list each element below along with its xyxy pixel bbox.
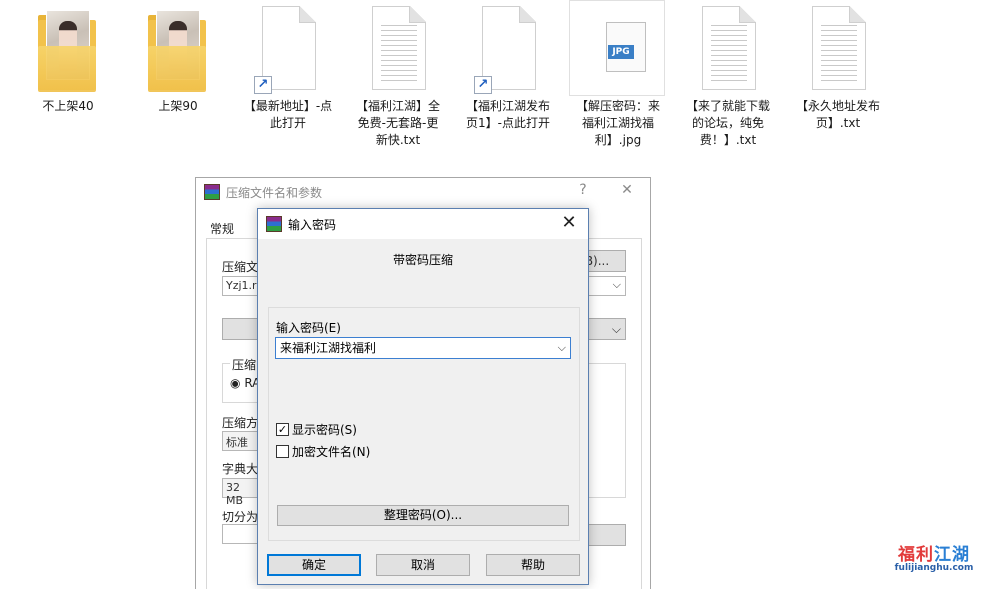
archive-name-label: 压缩文 — [222, 260, 259, 274]
show-password-checkbox[interactable]: ✓ 显示密码(S) — [276, 421, 357, 438]
desktop-icon-label: 【最新地址】-点此打开 — [243, 99, 333, 130]
password-value: 来福利江湖找福利 — [280, 341, 377, 355]
desktop-icon-label: 【福利江湖发布页1】-点此打开 — [465, 99, 550, 130]
shortcut-file-icon: ↗ — [250, 6, 326, 94]
format-group-label: 压缩 — [230, 356, 259, 373]
split-label: 切分为 — [222, 510, 259, 524]
checkbox-unchecked-icon — [276, 445, 289, 458]
chevron-down-icon: ⌵ — [611, 322, 621, 336]
jpg-badge: JPG — [608, 45, 634, 59]
shortcut-arrow-icon: ↗ — [474, 76, 492, 94]
winrar-icon — [204, 184, 220, 200]
desktop-icon-label: 【来了就能下载的论坛，纯免费！】.txt — [685, 99, 770, 147]
options-group — [584, 363, 626, 498]
encrypt-filenames-checkbox[interactable]: 加密文件名(N) — [276, 443, 370, 460]
desktop-textfile-3[interactable]: 【永久地址发布页】.txt — [786, 0, 890, 132]
checkbox-checked-icon: ✓ — [276, 423, 289, 436]
desktop-textfile-2[interactable]: 【来了就能下载的论坛，纯免费！】.txt — [676, 0, 780, 149]
desktop-icon-label: 【永久地址发布页】.txt — [795, 99, 880, 130]
shortcut-file-icon: ↗ — [470, 6, 546, 94]
dialog-title: 输入密码 — [288, 217, 337, 232]
desktop-folder-2[interactable]: 上架90 — [126, 0, 230, 115]
desktop-icon-label: 上架90 — [158, 99, 198, 113]
help-button[interactable]: 帮助 — [486, 554, 580, 576]
dialog-heading: 带密码压缩 — [392, 253, 453, 267]
desktop-icon-label: 【解压密码：来福利江湖找福利】.jpg — [575, 99, 660, 147]
split-field[interactable] — [222, 524, 262, 544]
password-dialog: 输入密码 ✕ 带密码压缩 输入密码(E) 来福利江湖找福利 ⌵ ✓ 显示密码(S… — [257, 208, 589, 585]
dict-select[interactable]: 32 MB — [222, 478, 262, 507]
radio-selected-icon: ◉ — [230, 376, 241, 390]
desktop-icon-label: 【福利江湖】全免费-无套路-更新快.txt — [355, 99, 440, 147]
save-defaults-button[interactable] — [588, 524, 626, 546]
winrar-icon — [266, 216, 282, 232]
format-radio-rar[interactable]: ◉ RA — [230, 376, 260, 390]
chevron-down-icon[interactable]: ⌵ — [558, 340, 566, 356]
site-watermark: 福利江湖 fulijianghu.com — [884, 540, 984, 580]
dialog-titlebar: 输入密码 — [258, 209, 588, 239]
password-label: 输入密码(E) — [276, 321, 341, 335]
desktop-jpgfile[interactable]: JPG 【解压密码：来福利江湖找福利】.jpg — [566, 0, 670, 149]
desktop-shortcut-1[interactable]: ↗ 【最新地址】-点此打开 — [236, 0, 340, 132]
folder-icon — [140, 6, 216, 94]
method-select[interactable]: 标准 — [222, 431, 262, 451]
chevron-down-icon: ⌵ — [612, 278, 621, 291]
watermark-logo: 福利江湖 — [898, 545, 970, 565]
desktop-textfile-1[interactable]: 【福利江湖】全免费-无套路-更新快.txt — [346, 0, 450, 149]
watermark-url: fulijianghu.com — [894, 563, 974, 573]
organize-passwords-button[interactable]: 整理密码(O)... — [277, 505, 569, 526]
jpg-file-icon: JPG — [569, 0, 665, 96]
desktop-icon-label: 不上架40 — [42, 99, 94, 113]
help-title-button[interactable]: ? — [568, 182, 598, 202]
text-file-icon — [800, 6, 876, 94]
dialog-title: 压缩文件名和参数 — [226, 185, 323, 200]
close-icon[interactable]: ✕ — [558, 213, 580, 235]
desktop-shortcut-2[interactable]: ↗ 【福利江湖发布页1】-点此打开 — [456, 0, 560, 132]
password-input[interactable]: 来福利江湖找福利 ⌵ — [275, 337, 571, 359]
method-label: 压缩方 — [222, 416, 259, 430]
dict-label: 字典大 — [222, 462, 259, 476]
cancel-button[interactable]: 取消 — [376, 554, 470, 576]
close-icon[interactable]: ✕ — [612, 182, 642, 202]
encrypt-filenames-label: 加密文件名(N) — [292, 445, 371, 459]
shortcut-arrow-icon: ↗ — [254, 76, 272, 94]
tab-general[interactable]: 常规 — [210, 220, 234, 237]
desktop-screen: 不上架40 上架90 ↗ 【最新地址】-点此打开 【福利江湖】全免费-无套路-更… — [0, 0, 988, 589]
desktop-folder-1[interactable]: 不上架40 — [16, 0, 120, 115]
folder-icon — [30, 6, 106, 94]
show-password-label: 显示密码(S) — [292, 423, 357, 437]
text-file-icon — [690, 6, 766, 94]
text-file-icon — [360, 6, 436, 94]
ok-button[interactable]: 确定 — [267, 554, 361, 576]
